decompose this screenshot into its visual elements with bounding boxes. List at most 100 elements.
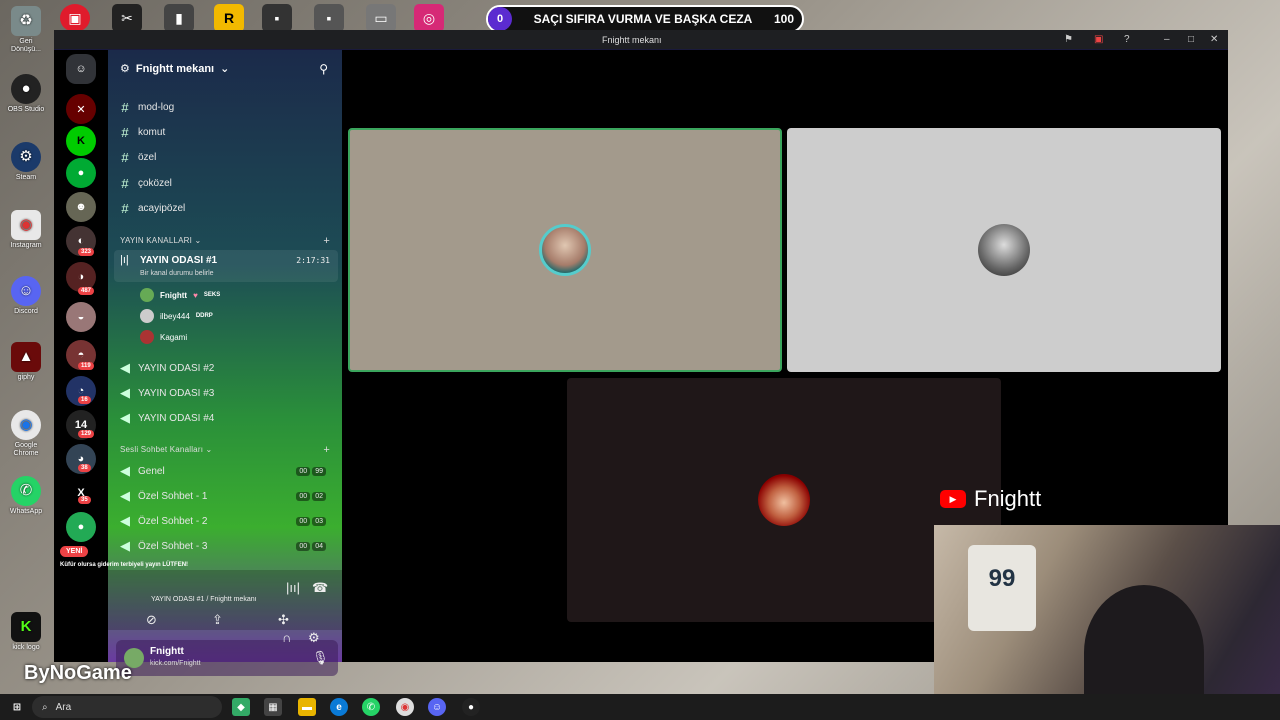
desktop-icon-obs[interactable]: ● OBS Studio — [4, 74, 48, 114]
desktop-icon-instagram[interactable]: ◉ Instagram — [4, 210, 48, 250]
guild-icon[interactable]: ● — [66, 158, 96, 188]
channel-ozel-sohbet-2[interactable]: ◀ Özel Sohbet - 2 00 03 — [120, 513, 334, 529]
taskbar-search[interactable]: ⌕ Ara — [32, 696, 222, 718]
app-icon-6[interactable]: ▪ — [314, 4, 344, 32]
hash-icon: # — [121, 201, 129, 216]
guild-icon[interactable]: ✕ — [66, 94, 96, 124]
avatar — [140, 330, 154, 344]
app-icon-5[interactable]: ▪ — [262, 4, 292, 32]
channel-yayin-odasi-3[interactable]: ◀ YAYIN ODASI #3 — [120, 385, 334, 401]
voice-activity-icon: |ı| — [120, 254, 129, 266]
channel-status[interactable]: Bir kanal durumu belirle — [140, 270, 214, 277]
screen-share-icon[interactable]: ⇪ — [212, 612, 223, 628]
avatar — [140, 288, 154, 302]
desktop-icon-discord[interactable]: ☺ Discord — [4, 276, 48, 316]
channel-yayin-odasi-4[interactable]: ◀ YAYIN ODASI #4 — [120, 410, 334, 426]
channel-yayin-odasi-2[interactable]: ◀ YAYIN ODASI #2 — [120, 360, 334, 376]
copilot-icon[interactable]: ◆ — [232, 698, 250, 716]
file-explorer-icon[interactable]: ▬ — [298, 698, 316, 716]
participant-tile-speaking[interactable] — [348, 128, 782, 372]
guild-icon[interactable]: ◒ — [66, 302, 96, 332]
speaker-icon: ◀ — [120, 385, 130, 400]
channel-mod-log[interactable]: # mod-log — [120, 100, 334, 115]
channel-acayipozel[interactable]: # acayipözel — [120, 201, 334, 216]
category-sesli-sohbet[interactable]: Sesli Sohbet Kanalları ⌄ + — [120, 444, 330, 456]
app-icon-3[interactable]: ▮ — [164, 4, 194, 32]
edge-icon[interactable]: e — [330, 698, 348, 716]
prediction-bar: 0 SAÇI SIFIRA VURMA VE BAŞKA CEZA 100 — [486, 5, 804, 33]
category-yayin-kanallari[interactable]: YAYIN KANALLARI ⌄ + — [120, 235, 330, 247]
screen-share-icon[interactable]: ▣ — [1094, 34, 1103, 45]
taskbar: ⊞ ⌕ Ara ◆ ▦ ▬ e ✆ ◉ ☺ ● — [0, 694, 1280, 720]
active-voice-channel[interactable]: |ı| YAYIN ODASI #1 Bir kanal durumu beli… — [114, 250, 338, 282]
activities-icon[interactable]: ✣ — [278, 612, 289, 628]
instagram-icon[interactable]: ◎ — [414, 4, 444, 32]
guild-icon[interactable]: ☻ — [66, 192, 96, 222]
maximize-button[interactable]: □ — [1188, 34, 1194, 45]
discord-home-icon[interactable]: ☺ — [66, 54, 96, 84]
unread-badge: 487 — [78, 287, 95, 295]
search-placeholder: Ara — [55, 701, 72, 713]
app-icon-1[interactable]: ▣ — [60, 4, 90, 32]
giphy-icon: ▲ — [11, 342, 41, 372]
channel-genel[interactable]: ◀ Genel 00 99 — [120, 463, 334, 479]
prediction-right-count: 100 — [773, 12, 794, 26]
help-icon[interactable]: ? — [1124, 34, 1130, 45]
voice-connection-panel: YAYIN ODASI #1 / Fnightt mekanı |ıı| ☎ ⊘… — [108, 570, 353, 630]
add-channel-icon[interactable]: + — [323, 444, 330, 456]
voice-user[interactable]: Fnightt ♥ SEKS — [140, 288, 220, 302]
desktop-icon-giphy[interactable]: ▲ giphy — [4, 342, 48, 382]
participant-tile[interactable] — [787, 128, 1221, 372]
obs-icon: ● — [11, 74, 41, 104]
capcut-icon[interactable]: ✂ — [112, 4, 142, 32]
minimize-button[interactable]: – — [1164, 34, 1170, 45]
desktop-icon-chrome[interactable]: ◉ Google Chrome — [4, 410, 48, 458]
microphone-icon[interactable]: 🎙 — [312, 650, 329, 666]
channel-cokozel[interactable]: # çoközel — [120, 176, 334, 191]
close-button[interactable]: ✕ — [1210, 34, 1218, 45]
channel-ozel-sohbet-3[interactable]: ◀ Özel Sohbet - 3 00 04 — [120, 538, 334, 554]
guild-icon[interactable]: ● — [66, 512, 96, 542]
discord-icon[interactable]: ☺ — [428, 698, 446, 716]
steam-icon: ⚙ — [11, 142, 41, 172]
add-channel-icon[interactable]: + — [323, 235, 330, 247]
desktop-icon-whatsapp[interactable]: ✆ WhatsApp — [4, 476, 48, 516]
obs-icon[interactable]: ● — [462, 698, 480, 716]
desktop-icon-recycle-bin[interactable]: ♻ Geri Dönüşü... — [4, 6, 48, 54]
user-name: Fnightt — [150, 646, 184, 657]
camera-off-icon[interactable]: ⊘ — [146, 612, 157, 628]
headphones-icon[interactable]: ∩ — [282, 630, 291, 645]
voice-user[interactable]: ilbey444 DDRP — [140, 309, 213, 323]
whatsapp-icon[interactable]: ✆ — [362, 698, 380, 716]
speaker-icon: ◀ — [120, 513, 130, 528]
store-icon[interactable]: ▦ — [264, 698, 282, 716]
participant-avatar — [539, 224, 591, 276]
gear-icon[interactable]: ⚙ — [308, 630, 320, 646]
user-limit: 00 02 — [296, 491, 326, 501]
voice-connected-channel[interactable]: YAYIN ODASI #1 / Fnightt mekanı — [151, 596, 257, 603]
recycle-bin-icon: ♻ — [11, 6, 41, 36]
windows-start-icon[interactable]: ⊞ — [8, 698, 26, 716]
desktop-icon-steam[interactable]: ⚙ Steam — [4, 142, 48, 182]
app-icon-7[interactable]: ▭ — [366, 4, 396, 32]
desktop-icon-kick[interactable]: Kkick logo — [4, 612, 48, 652]
voice-duration: 2:17:31 — [296, 256, 330, 265]
channel-ozel-sohbet-1[interactable]: ◀ Özel Sohbet - 1 00 02 — [120, 488, 334, 504]
unread-badge: 323 — [78, 248, 95, 256]
channel-komut[interactable]: # komut — [120, 125, 334, 140]
rockstar-icon[interactable]: R — [214, 4, 244, 32]
chrome-icon[interactable]: ◉ — [396, 698, 414, 716]
heart-icon: ♥ — [193, 290, 198, 300]
voice-user[interactable]: Kagami — [140, 330, 187, 344]
youtube-icon: ▶ — [940, 490, 966, 508]
guild-icon[interactable]: K — [66, 126, 96, 156]
server-header[interactable]: ⚙ Fnightt mekanı ⌄ — [120, 62, 229, 76]
flag-icon[interactable]: ⚑ — [1064, 34, 1073, 45]
noise-suppression-icon[interactable]: |ıı| — [286, 580, 300, 595]
unread-badge: 16 — [78, 396, 91, 404]
disconnect-icon[interactable]: ☎ — [312, 580, 328, 596]
kick-icon: K — [11, 612, 41, 642]
hash-icon: # — [121, 176, 129, 191]
add-member-icon[interactable]: ⚲ — [319, 62, 328, 76]
channel-ozel[interactable]: # özel — [120, 150, 334, 165]
